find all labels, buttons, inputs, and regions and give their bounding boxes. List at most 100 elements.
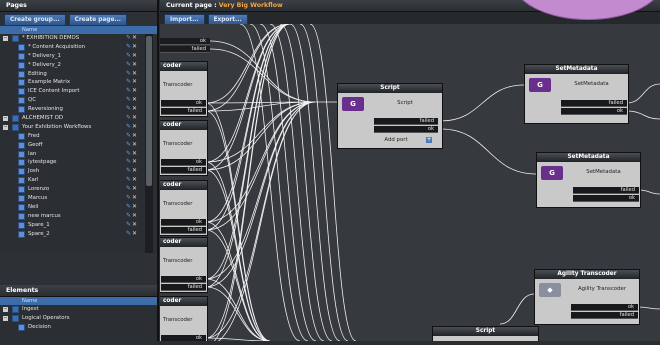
delete-icon[interactable]: ✕ — [132, 61, 138, 68]
delete-icon[interactable]: ✕ — [132, 96, 138, 103]
add-port-icon[interactable]: + — [426, 137, 432, 143]
tree-item[interactable]: new marcus ✎✕ — [0, 212, 157, 221]
workflow-canvas[interactable]: ok failed coder Transcoder ok failed coder Tr… — [160, 24, 660, 341]
tree-item[interactable]: Lorenzo ✎✕ — [0, 185, 157, 194]
row-actions: ✎✕ — [126, 212, 138, 221]
expand-toggle-icon[interactable]: − — [3, 36, 8, 41]
transcoder-port-ok[interactable]: ok — [161, 335, 206, 341]
agility-port-failed[interactable]: failed — [571, 312, 638, 319]
delete-icon[interactable]: ✕ — [132, 123, 138, 130]
tree-item[interactable]: Geoff ✎✕ — [0, 141, 157, 150]
transcoder-port-ok[interactable]: ok — [161, 159, 206, 166]
tree-group[interactable]: − Ingest — [0, 305, 157, 314]
script-node-bottom[interactable]: Script — [432, 326, 539, 341]
tree-item[interactable]: Neil ✎✕ — [0, 203, 157, 212]
script-port-ok[interactable]: ok — [374, 126, 438, 133]
tree-item[interactable]: Spare_2 ✎✕ — [0, 230, 157, 239]
setmetadata-1-port-ok[interactable]: ok — [561, 108, 627, 115]
expand-toggle-icon[interactable]: − — [3, 116, 8, 122]
tree-item[interactable]: Reversioning ✎✕ — [0, 105, 157, 114]
expand-toggle-icon[interactable]: − — [3, 315, 8, 321]
tree-item[interactable]: Fred ✎✕ — [0, 132, 157, 141]
agility-port-ok[interactable]: ok — [571, 304, 638, 311]
transcoder-port-ok[interactable]: ok — [161, 219, 206, 226]
delete-icon[interactable]: ✕ — [132, 185, 138, 192]
tree-group[interactable]: − ALCHEMIST OD ✎✕ — [0, 114, 157, 123]
tree-item[interactable]: Decision — [0, 323, 157, 332]
delete-icon[interactable]: ✕ — [132, 78, 138, 85]
script-port-failed[interactable]: failed — [374, 118, 438, 125]
transcoder-node[interactable]: coder Transcoder ok — [160, 296, 208, 341]
transcoder-port-failed[interactable]: failed — [161, 108, 206, 115]
expand-toggle-icon[interactable]: − — [3, 307, 8, 312]
pages-scrollbar[interactable] — [145, 34, 153, 253]
tree-item[interactable]: Editing ✎✕ — [0, 70, 157, 79]
top-port-ok[interactable]: ok — [160, 38, 210, 45]
tree-item[interactable]: Example Matrix ✎✕ — [0, 78, 157, 87]
delete-icon[interactable]: ✕ — [132, 132, 138, 139]
transcoder-port-failed[interactable]: failed — [161, 284, 206, 291]
delete-icon[interactable]: ✕ — [132, 52, 138, 59]
tree-item[interactable]: Spare_1 ✎✕ — [0, 221, 157, 230]
tree-item[interactable]: Karl ✎✕ — [0, 176, 157, 185]
transcoder-node[interactable]: coder Transcoder ok failed — [160, 61, 208, 117]
delete-icon[interactable]: ✕ — [132, 194, 138, 201]
scrollbar-thumb[interactable] — [146, 36, 152, 186]
delete-icon[interactable]: ✕ — [132, 141, 138, 148]
delete-icon[interactable]: ✕ — [132, 114, 138, 121]
grass-valley-logo-icon: G — [342, 97, 364, 111]
transcoder-port-failed[interactable]: failed — [161, 227, 206, 234]
tree-item[interactable]: Ian ✎✕ — [0, 150, 157, 159]
add-port-link[interactable]: Add port — [368, 137, 424, 143]
tree-item-label: new marcus — [28, 212, 61, 219]
setmetadata-2-port-ok[interactable]: ok — [573, 195, 639, 202]
transcoder-port-failed[interactable]: failed — [161, 167, 206, 174]
pages-column-header[interactable]: Name — [0, 26, 157, 34]
delete-icon[interactable]: ✕ — [132, 70, 138, 77]
agility-transcoder-node[interactable]: Agility Transcoder ◆ Agility Transcoder … — [534, 269, 640, 325]
tree-item[interactable]: Marcus ✎✕ — [0, 194, 157, 203]
row-actions: ✎✕ — [126, 78, 138, 87]
row-actions: ✎✕ — [126, 70, 138, 79]
transcoder-node[interactable]: coder Transcoder ok failed — [160, 180, 208, 236]
setmetadata-2-port-failed[interactable]: failed — [573, 187, 639, 194]
tree-item[interactable]: Josh ✎✕ — [0, 167, 157, 176]
tree-item[interactable]: * Content Acquisition ✎✕ — [0, 43, 157, 52]
delete-icon[interactable]: ✕ — [132, 150, 138, 157]
elements-column-header[interactable]: Name — [0, 297, 157, 305]
setmetadata-1-port-failed[interactable]: failed — [561, 100, 627, 107]
tree-group[interactable]: − Your Exhibition Workflows ✎✕ — [0, 123, 157, 132]
delete-icon[interactable]: ✕ — [132, 230, 138, 237]
delete-icon[interactable]: ✕ — [132, 167, 138, 174]
delete-icon[interactable]: ✕ — [132, 87, 138, 94]
delete-icon[interactable]: ✕ — [132, 221, 138, 228]
delete-icon[interactable]: ✕ — [132, 203, 138, 210]
transcoder-node[interactable]: coder Transcoder ok failed — [160, 120, 208, 176]
top-port-failed[interactable]: failed — [160, 46, 210, 53]
delete-icon[interactable]: ✕ — [132, 212, 138, 219]
transcoder-node[interactable]: coder Transcoder ok failed — [160, 237, 208, 293]
setmetadata-node-2[interactable]: SetMetadata G SetMetadata failed ok — [536, 152, 641, 208]
tree-group[interactable]: − Logical Operators — [0, 314, 157, 323]
delete-icon[interactable]: ✕ — [132, 158, 138, 165]
delete-icon[interactable]: ✕ — [132, 105, 138, 112]
transcoder-port-ok[interactable]: ok — [161, 100, 206, 107]
tree-item[interactable]: QC ✎✕ — [0, 96, 157, 105]
page-icon — [18, 88, 25, 96]
row-actions: ✎✕ — [126, 167, 138, 176]
script-node[interactable]: Script G Script failed ok Add port + — [337, 83, 443, 149]
tree-item[interactable]: * Delivery_2 ✎✕ — [0, 61, 157, 70]
tree-item[interactable]: ICE Content Import ✎✕ — [0, 87, 157, 96]
setmetadata-node-1[interactable]: SetMetadata G SetMetadata failed ok — [524, 64, 629, 124]
tree-item[interactable]: * Delivery_1 ✎✕ — [0, 52, 157, 61]
create-group-button[interactable]: Create group... — [4, 14, 66, 26]
delete-icon[interactable]: ✕ — [132, 34, 138, 41]
transcoder-port-ok[interactable]: ok — [161, 276, 206, 283]
wire-17 — [205, 101, 316, 231]
tree-item[interactable]: iytestpage ✎✕ — [0, 158, 157, 167]
tree-group[interactable]: − * EXHIBITION DEMOS ✎✕ — [0, 34, 157, 43]
delete-icon[interactable]: ✕ — [132, 176, 138, 183]
create-page-button[interactable]: Create page... — [68, 14, 127, 26]
delete-icon[interactable]: ✕ — [132, 43, 138, 50]
expand-toggle-icon[interactable]: − — [3, 124, 8, 130]
